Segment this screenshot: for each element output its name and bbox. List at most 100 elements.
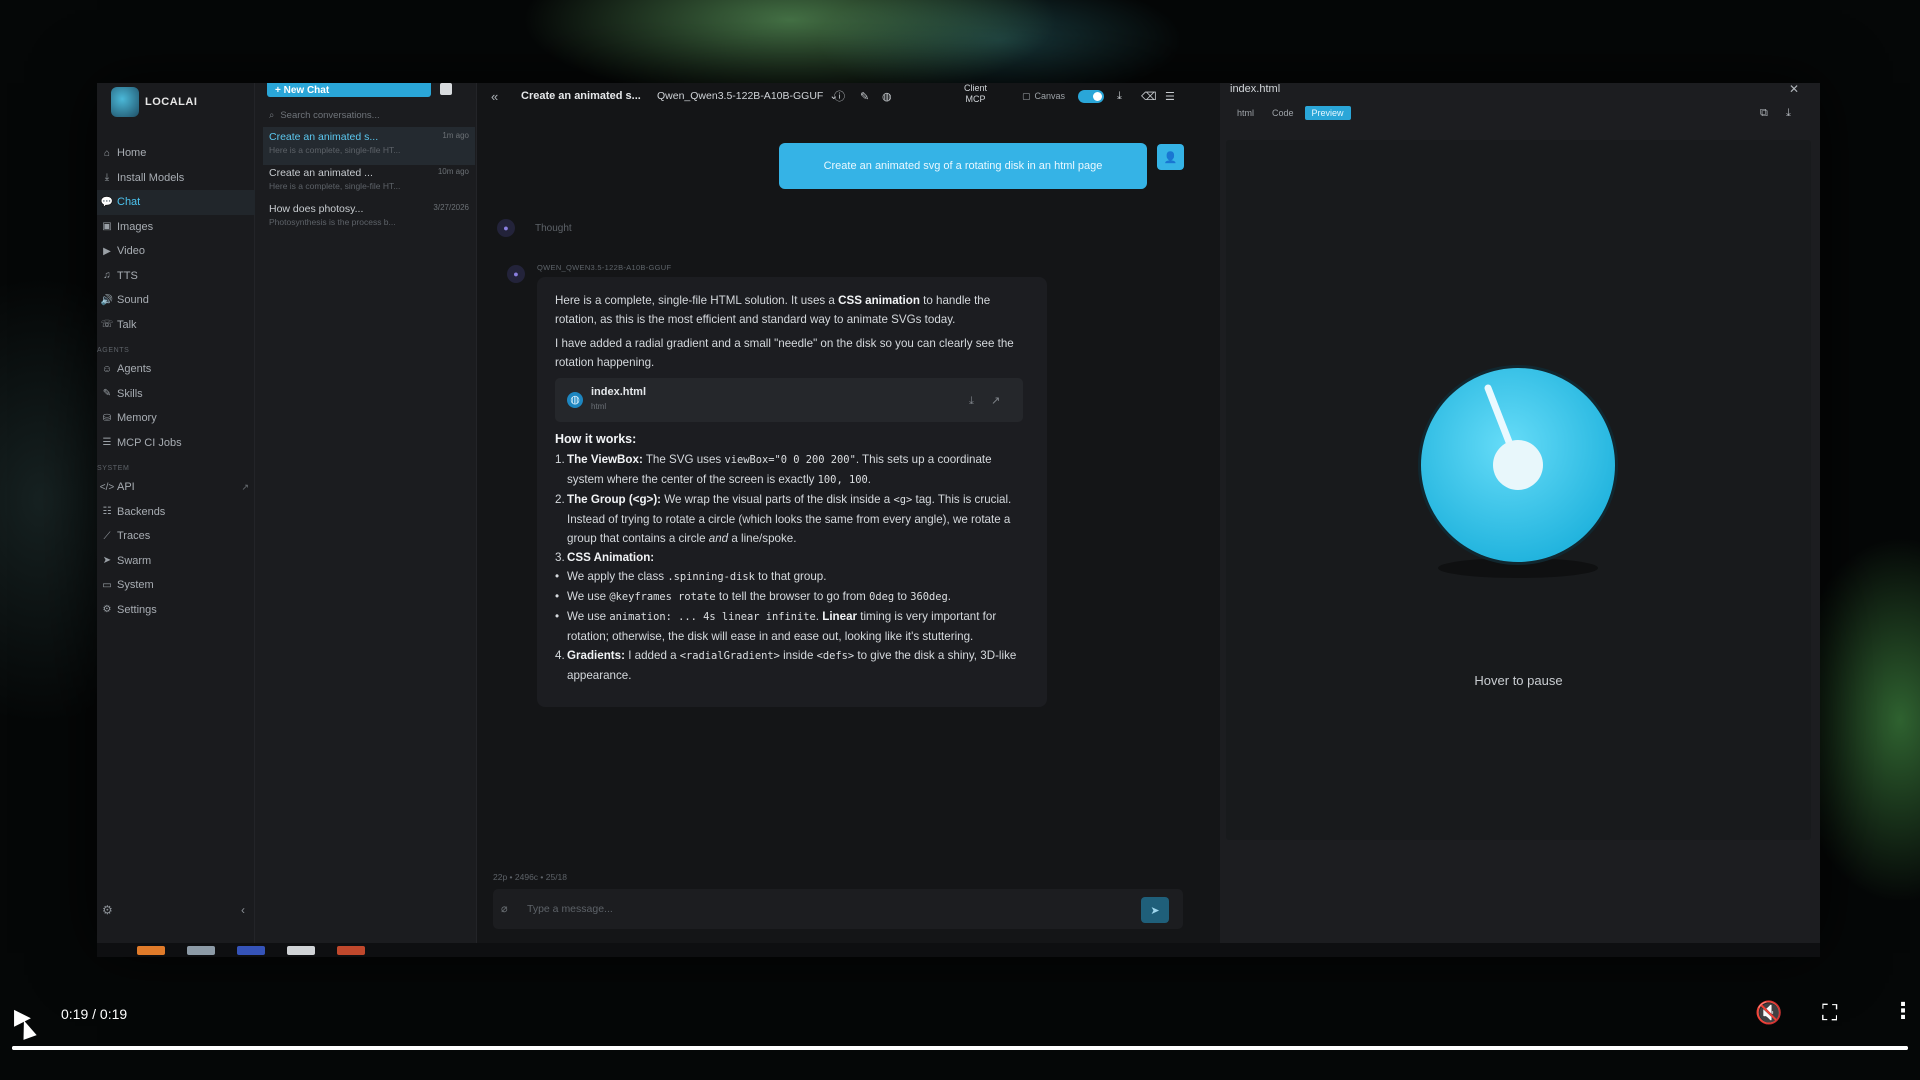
- sidebar-item-video[interactable]: ▶ Video: [97, 239, 255, 264]
- code-icon: </>: [99, 481, 115, 493]
- sidebar-item-label: Backends: [117, 505, 166, 518]
- sidebar-item-api[interactable]: </> API ↗: [97, 475, 255, 500]
- search-icon: ⌕: [269, 109, 275, 121]
- erase-icon[interactable]: ⌫: [1141, 90, 1157, 103]
- logo[interactable]: LOCALAI: [111, 87, 197, 117]
- chat-panel: « Create an animated s... Qwen_Qwen3.5-1…: [477, 83, 1220, 953]
- download-icon[interactable]: ⤓: [1117, 90, 1122, 103]
- external-link-icon[interactable]: ↗: [241, 482, 249, 493]
- delete-icon[interactable]: [440, 83, 452, 95]
- file-attachment-card[interactable]: ◍ index.html html ⤓ ↗: [555, 378, 1023, 422]
- sidebar-item-install-models[interactable]: ⤓ Install Models: [97, 166, 255, 191]
- download-icon[interactable]: ⤓: [969, 392, 974, 411]
- client-mcp-button[interactable]: Client MCP: [964, 83, 987, 105]
- collapse-chevrons-icon[interactable]: «: [491, 89, 498, 104]
- phone-icon: ☏: [100, 319, 114, 331]
- logo-icon: [111, 87, 139, 117]
- sidebar-item-label: Traces: [117, 530, 151, 543]
- sidebar-nav: ⌂ Home ⤓ Install Models 💬 Chat ▣ Images ▶ Video ♫ T…: [97, 141, 255, 622]
- conversation-item[interactable]: Create an animated s... 1m ago Here is a c…: [263, 127, 475, 165]
- sidebar-item-label: Skills: [117, 387, 143, 400]
- hover-to-pause-label: Hover to pause: [1474, 673, 1563, 688]
- taskbar-app[interactable]: [337, 946, 365, 955]
- conversation-title: Create an animated s...: [269, 131, 379, 143]
- conversation-time: 10m ago: [437, 167, 469, 176]
- sidebar-item-label: Install Models: [117, 171, 185, 184]
- mute-icon[interactable]: 🔇: [1755, 1000, 1782, 1026]
- edit-icon[interactable]: ✎: [860, 90, 869, 103]
- list-item: 3. CSS Animation:: [555, 551, 655, 564]
- collapse-sidebar-icon[interactable]: ‹: [241, 903, 245, 917]
- wand-icon: ✎: [102, 388, 112, 400]
- list-item: 1. The ViewBox: The SVG uses viewBox="0 0…: [555, 453, 992, 486]
- taskbar-app[interactable]: [187, 946, 215, 955]
- settings-sliders-icon[interactable]: ☰: [1165, 90, 1175, 103]
- conversation-item[interactable]: Create an animated ... 10m ago Here is a c…: [263, 163, 475, 201]
- sidebar-item-agents[interactable]: ☺ Agents: [97, 357, 255, 382]
- sidebar-item-swarm[interactable]: ➤ Swarm: [97, 549, 255, 574]
- download-icon[interactable]: ⤓: [1786, 107, 1791, 120]
- conversation-item[interactable]: How does photosy... 3/27/2026 Photosynthes…: [263, 199, 475, 237]
- attach-icon[interactable]: ⌀: [501, 902, 508, 915]
- download-icon: ⤓: [104, 172, 110, 184]
- conversation-title-row: Create an animated s... 1m ago: [269, 131, 469, 143]
- tab-preview[interactable]: Preview: [1304, 106, 1351, 120]
- sidebar-item-images[interactable]: ▣ Images: [97, 215, 255, 240]
- settings-gear-icon[interactable]: ⚙: [102, 903, 113, 917]
- sidebar-item-tts[interactable]: ♫ TTS: [97, 264, 255, 289]
- sidebar-item-home[interactable]: ⌂ Home: [97, 141, 255, 166]
- canvas-toggle[interactable]: [1078, 89, 1104, 103]
- conversation-title-row: How does photosy... 3/27/2026: [269, 203, 469, 215]
- close-icon[interactable]: ✕: [1789, 83, 1799, 95]
- sidebar-item-chat[interactable]: 💬 Chat: [97, 190, 255, 215]
- sidebar-item-system[interactable]: ▭ System: [97, 573, 255, 598]
- sidebar-item-memory[interactable]: ⛁ Memory: [97, 406, 255, 431]
- taskbar-app[interactable]: [287, 946, 315, 955]
- taskbar-app[interactable]: [237, 946, 265, 955]
- monitor-icon: ▭: [102, 579, 112, 591]
- conversation-time: 3/27/2026: [433, 203, 469, 212]
- model-selector[interactable]: Qwen_Qwen3.5-122B-A10B-GGUF ⌄: [657, 90, 838, 102]
- list-item: 4. Gradients: I added a <radialGradient> …: [555, 649, 1017, 682]
- user-avatar: 👤: [1157, 144, 1184, 170]
- search-input[interactable]: [280, 109, 451, 121]
- section-heading: How it works:: [555, 432, 637, 446]
- sidebar-item-skills[interactable]: ✎ Skills: [97, 382, 255, 407]
- sidebar-item-talk[interactable]: ☏ Talk: [97, 313, 255, 338]
- sidebar-item-settings[interactable]: ⚙ Settings: [97, 598, 255, 623]
- copy-icon[interactable]: ⧉: [1760, 107, 1768, 120]
- bot-avatar: ●: [497, 219, 515, 237]
- tab-code[interactable]: Code: [1265, 106, 1301, 120]
- exit-fullscreen-icon[interactable]: ⛶: [1822, 1000, 1837, 1026]
- list-item: • We use animation: ... 4s linear infinit…: [555, 610, 997, 643]
- taskbar-strip: [97, 943, 1820, 957]
- sidebar-item-label: Swarm: [117, 554, 152, 567]
- message-composer: ⌀ ➤: [493, 889, 1183, 929]
- video-progress-bar[interactable]: [12, 1046, 1908, 1050]
- taskbar-app[interactable]: [137, 946, 165, 955]
- more-options-icon[interactable]: ⋮: [1892, 998, 1914, 1024]
- sidebar-item-label: Memory: [117, 412, 157, 425]
- message-input[interactable]: [527, 900, 1127, 918]
- send-button[interactable]: ➤: [1141, 897, 1169, 923]
- mcp-label-1: Client: [964, 83, 988, 93]
- rotating-disk-svg[interactable]: [1226, 140, 1811, 840]
- preview-tabs: html Code Preview: [1230, 106, 1351, 120]
- image-icon: ▣: [102, 221, 112, 233]
- sidebar-item-mcp-ci-jobs[interactable]: ☰ MCP CI Jobs: [97, 431, 255, 456]
- bot-avatar: ●: [507, 265, 525, 283]
- sidebar-item-backends[interactable]: ☷ Backends: [97, 500, 255, 525]
- thought-toggle[interactable]: ● Thought: [497, 219, 572, 237]
- open-external-icon[interactable]: ↗: [991, 392, 1000, 411]
- sidebar-item-label: Agents: [117, 363, 152, 376]
- sidebar-item-label: MCP CI Jobs: [117, 436, 182, 449]
- sidebar-item-sound[interactable]: 🔊 Sound: [97, 288, 255, 313]
- sidebar-item-label: TTS: [117, 269, 138, 282]
- info-icon[interactable]: ⓘ: [834, 88, 845, 104]
- send-icon: ➤: [102, 555, 112, 567]
- new-chat-button[interactable]: + New Chat: [267, 83, 431, 97]
- robot-icon: ☺: [101, 363, 113, 375]
- assistant-message: Here is a complete, single-file HTML sol…: [537, 277, 1047, 707]
- tab-html[interactable]: html: [1230, 106, 1261, 120]
- sidebar-item-traces[interactable]: ⟋ Traces: [97, 524, 255, 549]
